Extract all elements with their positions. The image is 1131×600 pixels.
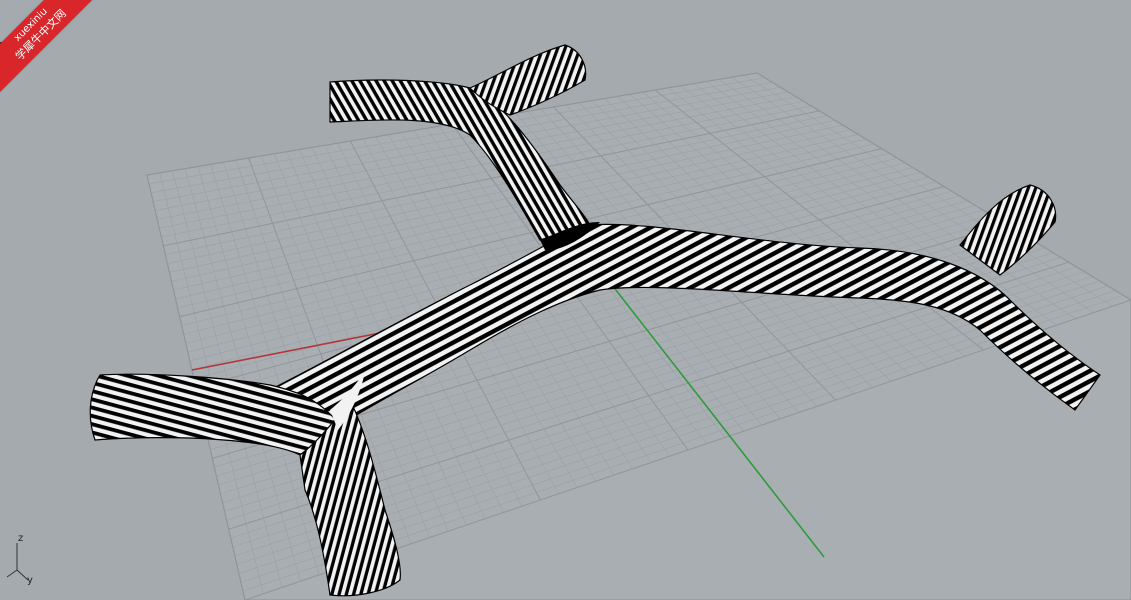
axis-z-label: z (18, 533, 24, 544)
axis-widget (6, 543, 29, 581)
viewport-canvas[interactable] (0, 0, 1131, 600)
axis-y-label: y (27, 575, 33, 586)
perspective-viewport[interactable]: z y (0, 0, 1131, 600)
construction-plane (146, 72, 1131, 600)
